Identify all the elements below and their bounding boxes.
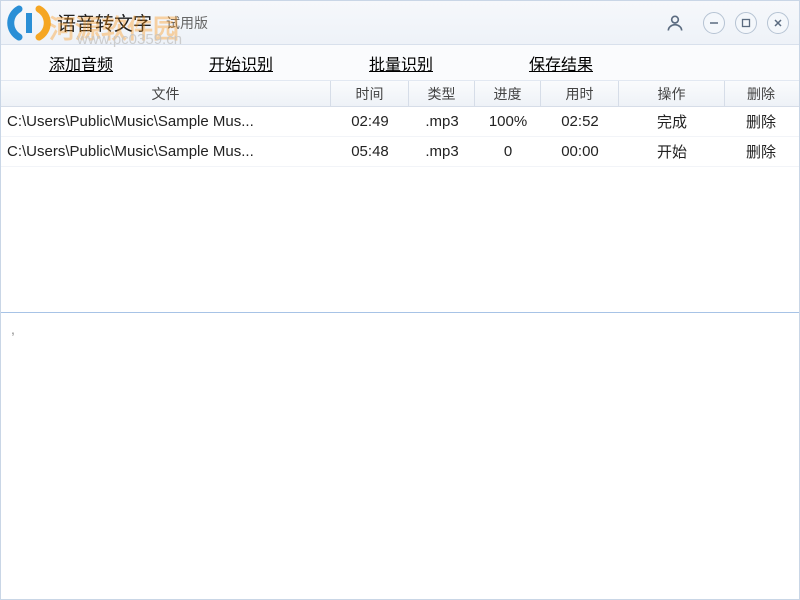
titlebar: 河源软件园 语音转文字 试用版 www.pc0359.cn — [1, 1, 799, 45]
col-type[interactable]: 类型 — [409, 81, 475, 106]
menu-batch-recognize[interactable]: 批量识别 — [321, 51, 481, 80]
table-row[interactable]: C:\Users\Public\Music\Sample Mus... 02:4… — [1, 107, 799, 137]
table-body: C:\Users\Public\Music\Sample Mus... 02:4… — [1, 107, 799, 167]
cell-elapsed: 00:00 — [541, 137, 619, 166]
cell-elapsed: 02:52 — [541, 107, 619, 136]
cell-time: 05:48 — [331, 137, 409, 166]
user-icon[interactable] — [665, 13, 685, 33]
col-file[interactable]: 文件 — [1, 81, 331, 106]
file-table: 文件 时间 类型 进度 用时 操作 删除 C:\Users\Public\Mus… — [1, 81, 799, 313]
table-header: 文件 时间 类型 进度 用时 操作 删除 — [1, 81, 799, 107]
minimize-button[interactable] — [703, 12, 725, 34]
col-elapsed[interactable]: 用时 — [541, 81, 619, 106]
maximize-button[interactable] — [735, 12, 757, 34]
app-title: 语音转文字 — [57, 9, 152, 36]
app-window: 河源软件园 语音转文字 试用版 www.pc0359.cn 添加音频 开始 — [0, 0, 800, 600]
result-pane[interactable]: , — [1, 313, 799, 599]
col-time[interactable]: 时间 — [331, 81, 409, 106]
col-delete[interactable]: 删除 — [725, 81, 797, 106]
menu-start-recognize[interactable]: 开始识别 — [161, 51, 321, 80]
result-text: , — [11, 321, 15, 337]
cell-type: .mp3 — [409, 137, 475, 166]
col-operation[interactable]: 操作 — [619, 81, 725, 106]
delete-link[interactable]: 删除 — [746, 141, 776, 162]
menu-add-audio[interactable]: 添加音频 — [1, 51, 161, 80]
menu-save-result[interactable]: 保存结果 — [481, 51, 641, 80]
operation-link[interactable]: 完成 — [657, 111, 687, 132]
close-button[interactable] — [767, 12, 789, 34]
cell-file: C:\Users\Public\Music\Sample Mus... — [1, 107, 331, 136]
window-controls — [665, 12, 789, 34]
app-edition: 试用版 — [166, 13, 208, 33]
cell-progress: 100% — [475, 107, 541, 136]
cell-progress: 0 — [475, 137, 541, 166]
table-row[interactable]: C:\Users\Public\Music\Sample Mus... 05:4… — [1, 137, 799, 167]
delete-link[interactable]: 删除 — [746, 111, 776, 132]
operation-link[interactable]: 开始 — [657, 141, 687, 162]
menubar: 添加音频 开始识别 批量识别 保存结果 — [1, 45, 799, 81]
cell-type: .mp3 — [409, 107, 475, 136]
cell-file: C:\Users\Public\Music\Sample Mus... — [1, 137, 331, 166]
app-logo — [7, 3, 51, 43]
cell-time: 02:49 — [331, 107, 409, 136]
col-progress[interactable]: 进度 — [475, 81, 541, 106]
